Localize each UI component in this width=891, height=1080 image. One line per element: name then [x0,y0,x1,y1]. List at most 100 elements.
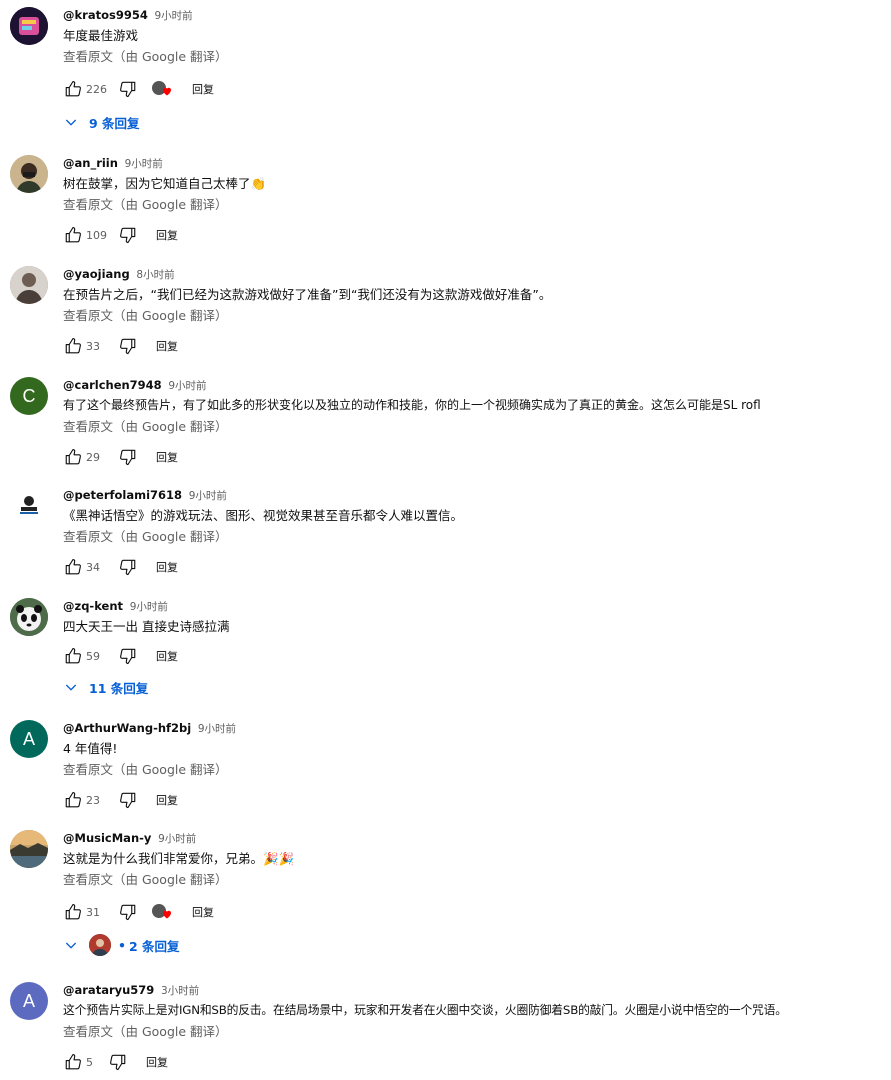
see-original-link[interactable]: 查看原文（由 Google 翻译） [63,306,881,325]
avatar[interactable]: A [10,982,48,1020]
like-button[interactable] [63,1052,83,1072]
landscape-avatar-icon [10,830,48,868]
reply-button[interactable]: 回复 [156,227,178,243]
like-count: 34 [86,560,100,574]
user-avatar-icon [10,266,48,304]
avatar[interactable] [10,266,48,304]
view-replies-button[interactable]: • 2 条回复 [63,934,180,956]
avatar[interactable]: A [10,720,48,758]
dislike-button[interactable] [118,557,138,577]
comment-timestamp[interactable]: 3小时前 [161,985,199,997]
see-original-link[interactable]: 查看原文（由 Google 翻译） [63,1022,881,1041]
heart-icon [163,87,171,96]
chevron-down-icon [65,684,77,691]
thumbs-up-icon [65,80,81,97]
thumbs-up-icon [65,558,81,575]
like-button[interactable] [63,225,83,245]
like-count: 109 [86,228,107,242]
thumbs-up-icon [65,1053,81,1070]
reply-button[interactable]: 回复 [156,449,178,465]
like-button[interactable] [63,646,83,666]
see-original-link[interactable]: 查看原文（由 Google 翻译） [63,527,881,546]
separator-dot: • [118,937,126,953]
comment-timestamp[interactable]: 9小时前 [168,380,206,392]
game-logo-avatar-icon [10,7,48,45]
like-button[interactable] [63,902,83,922]
dislike-button[interactable] [118,79,138,99]
like-count: 23 [86,793,100,807]
replies-count: 9 条回复 [89,115,140,131]
thumbs-up-icon [65,903,81,920]
comment-timestamp[interactable]: 9小时前 [198,723,236,735]
see-original-link[interactable]: 查看原文（由 Google 翻译） [63,47,881,66]
avatar[interactable] [10,487,48,525]
comment-timestamp[interactable]: 8小时前 [136,269,174,281]
comment-author[interactable]: @ArthurWang-hf2bj [63,721,191,735]
comment-text: 年度最佳游戏 [63,28,139,43]
avatar[interactable] [10,830,48,868]
like-button[interactable] [63,447,83,467]
see-original-link[interactable]: 查看原文（由 Google 翻译） [63,417,881,436]
reply-button[interactable]: 回复 [192,904,214,920]
comment-author[interactable]: @peterfolami7618 [63,488,182,502]
thumbs-up-icon [65,647,81,664]
creator-avatar-icon [89,934,111,956]
thumbs-up-icon [65,791,81,808]
reply-button[interactable]: 回复 [192,81,214,97]
dislike-button[interactable] [108,1052,128,1072]
dislike-button[interactable] [118,336,138,356]
reply-button[interactable]: 回复 [146,1054,168,1070]
comment-timestamp[interactable]: 9小时前 [125,158,163,170]
like-button[interactable] [63,336,83,356]
comment-timestamp[interactable]: 9小时前 [158,833,196,845]
avatar[interactable] [10,155,48,193]
comment-author[interactable]: @zq-kent [63,599,123,613]
thumbs-down-icon [120,227,136,244]
view-replies-button[interactable]: 9 条回复 [63,111,140,133]
reply-button[interactable]: 回复 [156,559,178,575]
like-button[interactable] [63,79,83,99]
see-original-link[interactable]: 查看原文（由 Google 翻译） [63,760,881,779]
thumbs-down-icon [110,1054,126,1071]
like-count: 226 [86,82,107,96]
see-original-link[interactable]: 查看原文（由 Google 翻译） [63,870,881,889]
dislike-button[interactable] [118,646,138,666]
dislike-button[interactable] [118,447,138,467]
reply-button[interactable]: 回复 [156,338,178,354]
comment-author[interactable]: @arataryu579 [63,983,154,997]
chevron-down-icon [65,119,77,126]
thumbs-up-icon [65,337,81,354]
reply-button[interactable]: 回复 [156,648,178,664]
avatar[interactable]: C [10,377,48,415]
dislike-button[interactable] [118,790,138,810]
thumbs-down-icon [120,792,136,809]
see-original-link[interactable]: 查看原文（由 Google 翻译） [63,195,881,214]
comment-timestamp[interactable]: 9小时前 [155,10,193,22]
comment-text: 《黑神话悟空》的游戏玩法、图形、视觉效果甚至音乐都令人难以置信。 [63,508,464,523]
dislike-button[interactable] [118,225,138,245]
user-avatar-icon [10,155,48,193]
comment-text: 有了这个最终预告片，有了如此多的形状变化以及独立的动作和技能，你的上一个视频确实… [63,398,761,412]
comment-text: 在预告片之后，“我们已经为这款游戏做好了准备”到“我们还没有为这款游戏做好准备”… [63,287,552,302]
comment-author[interactable]: @an_riin [63,156,118,170]
thumbs-down-icon [120,449,136,466]
like-button[interactable] [63,790,83,810]
like-button[interactable] [63,557,83,577]
like-count: 29 [86,450,100,464]
comment-author[interactable]: @carlchen7948 [63,378,162,392]
comment-timestamp[interactable]: 9小时前 [130,601,168,613]
chevron-down-icon [65,942,77,949]
comment-timestamp[interactable]: 9小时前 [189,490,227,502]
reply-button[interactable]: 回复 [156,792,178,808]
comment-author[interactable]: @MusicMan-y [63,831,151,845]
creator-heart-badge [152,79,174,99]
avatar-letter: A [22,990,35,1011]
view-replies-button[interactable]: 11 条回复 [63,676,148,698]
comment-text: 4 年值得! [63,741,118,756]
dislike-button[interactable] [118,902,138,922]
avatar[interactable] [10,598,48,636]
avatar[interactable] [10,7,48,45]
thumbs-down-icon [120,648,136,665]
comment-author[interactable]: @kratos9954 [63,8,148,22]
comment-author[interactable]: @yaojiang [63,267,130,281]
